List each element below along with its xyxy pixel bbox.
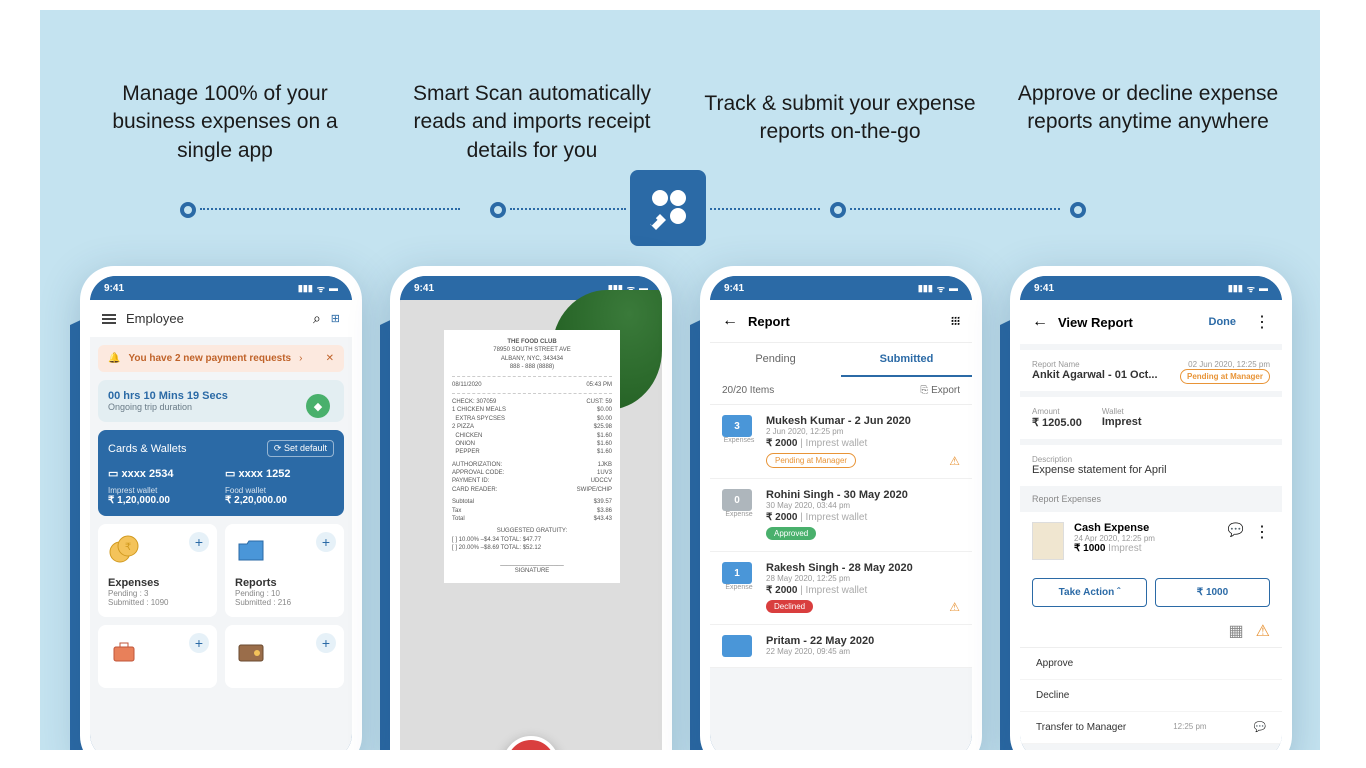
- phone-employee-dashboard: 9:41 ▮▮▮ᯤ▬ Employee ⌕ ⊞ 🔔 You have 2 new…: [80, 266, 362, 750]
- warning-icon: ⚠: [949, 454, 960, 468]
- status-bar: 9:41 ▮▮▮ᯤ▬: [90, 276, 352, 300]
- export-button[interactable]: ⎘ Export: [920, 385, 960, 396]
- take-action-button[interactable]: Take Action ˆ: [1032, 578, 1147, 607]
- cards-wallets-card: Cards & Wallets ⟳ Set default ▭ xxxx 253…: [98, 430, 344, 516]
- tab-pending[interactable]: Pending: [710, 343, 841, 377]
- action-menu: Approve Decline Transfer to Manager 12:2…: [1020, 647, 1282, 744]
- add-button[interactable]: +: [316, 633, 336, 653]
- battery-icon: ▬: [329, 283, 338, 293]
- heading-1: Manage 100% of your business expenses on…: [85, 80, 365, 165]
- add-button[interactable]: +: [189, 532, 209, 552]
- chevron-right-icon: ›: [299, 353, 302, 364]
- page-title: View Report: [1058, 315, 1199, 330]
- wallet-card[interactable]: ▭ xxxx 1252 Food wallet₹ 2,20,000.00: [225, 467, 334, 506]
- back-icon[interactable]: ←: [722, 312, 738, 330]
- tab-submitted[interactable]: Submitted: [841, 343, 972, 377]
- heading-3: Track & submit your expense reports on-t…: [700, 90, 980, 147]
- back-icon[interactable]: ←: [1032, 313, 1048, 331]
- camera-viewport: THE FOOD CLUB 78950 SOUTH STREET AVE ALB…: [400, 300, 662, 750]
- menu-decline[interactable]: Decline: [1020, 680, 1282, 712]
- receipt-thumbnail: [1032, 522, 1064, 560]
- warning-icon: ⚠: [949, 600, 960, 614]
- warning-icon[interactable]: ⚠: [1256, 621, 1270, 641]
- receipt-document: THE FOOD CLUB 78950 SOUTH STREET AVE ALB…: [444, 330, 620, 583]
- item-count: 20/20 Items: [722, 385, 774, 396]
- wifi-icon: ᯤ: [317, 282, 325, 295]
- shutter-button[interactable]: [503, 736, 559, 750]
- svg-text:₹: ₹: [125, 542, 131, 553]
- wallet-icon: [235, 635, 267, 667]
- search-icon[interactable]: ⌕: [313, 310, 321, 327]
- bell-icon: 🔔: [108, 353, 120, 364]
- coins-icon: ₹: [108, 534, 140, 566]
- phone-view-report: 9:41 ▮▮▮ᯤ▬ ← View Report Done ⋮ Report N…: [1010, 266, 1292, 750]
- grid-icon[interactable]: ⊞: [331, 312, 340, 325]
- timeline-connector: [850, 208, 1060, 210]
- timeline-dot: [180, 202, 196, 218]
- timeline-connector: [200, 208, 460, 210]
- report-item[interactable]: Pritam - 22 May 202022 May 2020, 09:45 a…: [710, 625, 972, 668]
- chevron-up-icon: ˆ: [1117, 587, 1120, 598]
- status-bar: 9:41 ▮▮▮ᯤ▬: [710, 276, 972, 300]
- filter-icon[interactable]: ᎒᎒᎒: [951, 313, 960, 330]
- app-logo: [630, 170, 706, 246]
- timeline-connector: [510, 208, 626, 210]
- folder-icon: [235, 534, 267, 566]
- status-badge: Pending at Manager: [1180, 369, 1270, 384]
- receipt-icon[interactable]: ▦: [1229, 621, 1244, 641]
- timeline-dot: [490, 202, 506, 218]
- menu-transfer[interactable]: Transfer to Manager 12:25 pm 💬: [1020, 712, 1282, 744]
- app-topbar: Employee ⌕ ⊞: [90, 300, 352, 337]
- report-item[interactable]: 1ExpenseRakesh Singh - 28 May 202028 May…: [710, 552, 972, 625]
- suitcase-icon: [108, 635, 140, 667]
- comment-icon: 💬: [1254, 722, 1266, 733]
- signal-icon: ▮▮▮: [298, 283, 313, 294]
- expenses-tile[interactable]: + ₹ Expenses Pending : 3Submitted : 1090: [98, 524, 217, 617]
- add-button[interactable]: +: [189, 633, 209, 653]
- done-button[interactable]: Done: [1209, 316, 1237, 328]
- report-name-block: Report Name02 Jun 2020, 12:25 pm Ankit A…: [1020, 350, 1282, 391]
- more-icon[interactable]: ⋮: [1254, 312, 1270, 332]
- wallet-tile[interactable]: +: [225, 625, 344, 688]
- more-icon[interactable]: ⋮: [1254, 522, 1270, 560]
- location-pin-icon: ◆: [306, 394, 330, 418]
- timeline-dot: [1070, 202, 1086, 218]
- timeline-dot: [830, 202, 846, 218]
- page-title: Employee: [126, 311, 303, 326]
- section-header: Report Expenses: [1020, 486, 1282, 512]
- close-icon[interactable]: ✕: [326, 353, 334, 364]
- add-button[interactable]: +: [316, 532, 336, 552]
- wallet-card[interactable]: ▭ xxxx 2534 Imprest wallet₹ 1,20,000.00: [108, 467, 217, 506]
- phone-smart-scan: 9:41 ▮▮▮ᯤ▬ THE FOOD CLUB 78950 SOUTH STR…: [390, 266, 672, 750]
- marketing-canvas: Manage 100% of your business expenses on…: [40, 10, 1320, 750]
- set-default-button[interactable]: ⟳ Set default: [267, 440, 334, 457]
- travel-tile[interactable]: +: [98, 625, 217, 688]
- comment-icon[interactable]: 💬: [1228, 522, 1244, 560]
- status-bar: 9:41 ▮▮▮ᯤ▬: [1020, 276, 1282, 300]
- reports-tile[interactable]: + Reports Pending : 10Submitted : 216: [225, 524, 344, 617]
- page-title: Report: [748, 314, 941, 329]
- timeline-connector: [710, 208, 820, 210]
- trip-duration-card[interactable]: 00 hrs 10 Mins 19 Secs Ongoing trip dura…: [98, 380, 344, 422]
- heading-4: Approve or decline expense reports anyti…: [1008, 80, 1288, 137]
- expense-item[interactable]: Cash Expense 24 Apr 2020, 12:25 pm ₹ 100…: [1020, 512, 1282, 570]
- menu-approve[interactable]: Approve: [1020, 648, 1282, 680]
- menu-icon[interactable]: [102, 314, 116, 324]
- heading-2: Smart Scan automatically reads and impor…: [392, 80, 672, 165]
- report-item[interactable]: 0ExpenseRohini Singh - 30 May 202030 May…: [710, 479, 972, 552]
- report-item[interactable]: 3ExpensesMukesh Kumar - 2 Jun 20202 Jun …: [710, 405, 972, 479]
- phone-report-list: 9:41 ▮▮▮ᯤ▬ ← Report ᎒᎒᎒ Pending Submitte…: [700, 266, 982, 750]
- notification-banner[interactable]: 🔔 You have 2 new payment requests › ✕: [98, 345, 344, 372]
- amount-display: ₹ 1000: [1155, 578, 1270, 607]
